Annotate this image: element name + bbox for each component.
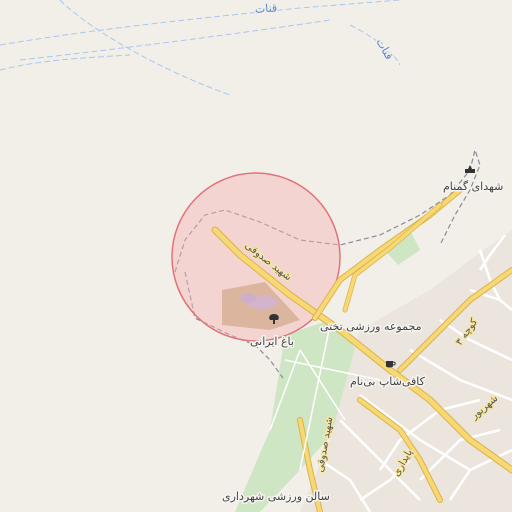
place-label-coffee-shop: کافی‌شاپ بی‌نام [350,375,426,388]
place-label-bagh-irani: باغ ایرانی [250,335,294,348]
memorial-icon[interactable] [465,165,475,173]
qanat-label-1: قنات [254,1,277,16]
place-label-sports-complex: مجموعه ورزشی تختی [320,320,422,333]
map-view[interactable]: قنات قنات شهید صدوقی شهید صدوقی پایداری … [0,0,512,512]
qanat-label-2: قنات [373,36,395,62]
map-canvas[interactable]: قنات قنات شهید صدوقی شهید صدوقی پایداری … [0,0,512,512]
place-label-shohada-gomnam: شهدای گمنام [443,180,503,193]
qanat-lines [0,0,401,96]
place-label-sports-hall: سالن ورزشی شهرداری [222,490,330,503]
